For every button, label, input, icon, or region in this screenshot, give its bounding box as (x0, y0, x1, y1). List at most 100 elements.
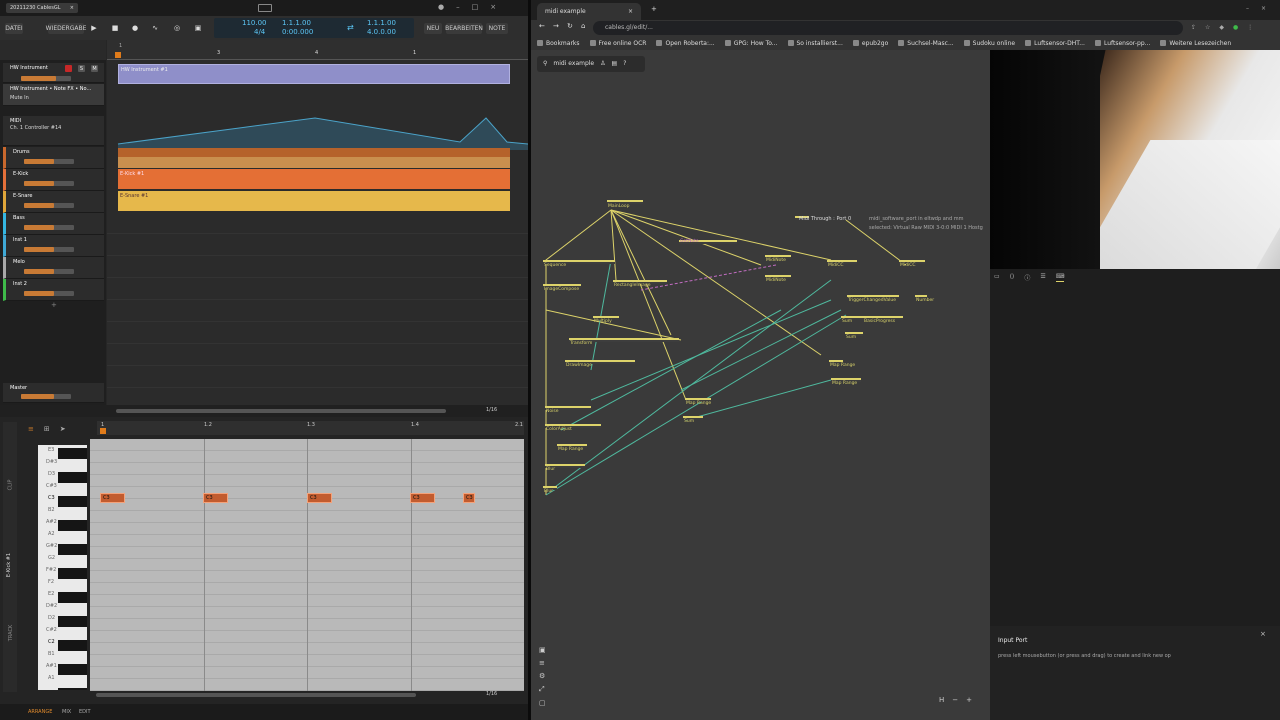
volume-slider[interactable] (24, 159, 74, 164)
op-trigger-changed[interactable]: TriggerChangedValue (847, 295, 899, 303)
menu-icon[interactable]: ⋮ (1247, 24, 1253, 31)
star-icon[interactable]: ☆ (1205, 24, 1210, 31)
track-bass[interactable]: Bass (3, 213, 104, 235)
edit-button[interactable]: BEARBEITEN (445, 23, 483, 34)
op-sum-3[interactable]: Sum (683, 416, 703, 424)
loop-start[interactable]: 1.1.1.00 (367, 19, 396, 27)
monitor-icon[interactable]: ▣ (193, 23, 203, 33)
stop-icon[interactable]: ■ (110, 23, 120, 33)
op-drawimage[interactable]: DrawImage (565, 360, 635, 368)
close-window-icon[interactable]: × (1261, 5, 1266, 12)
browser-tab[interactable]: midi example × (537, 3, 641, 20)
track-hw-instrument[interactable]: HW Instrument S M (3, 63, 104, 83)
bookmark-item[interactable]: Luftsensor-DHT... (1025, 37, 1085, 49)
solo-icon[interactable]: S (78, 65, 85, 72)
op-blur[interactable]: Blur (545, 464, 585, 472)
position-bars[interactable]: 1.1.1.00 (282, 19, 311, 27)
note-grid[interactable]: C3 C3 C3 C3 C3 (90, 439, 524, 691)
track-inst-1[interactable]: Inst 1 (3, 235, 104, 257)
op-coloradjust[interactable]: ColorAdjust (545, 424, 601, 432)
automation-icon[interactable]: ∿ (150, 23, 160, 33)
render-preview[interactable] (990, 50, 1280, 269)
op-number[interactable]: Number (915, 295, 934, 303)
op-rectangle[interactable]: RectangleImage (613, 280, 667, 288)
bookmark-item[interactable]: Sudoku online (963, 37, 1015, 49)
volume-slider[interactable] (24, 203, 74, 208)
midi-note[interactable]: C3 (307, 493, 332, 503)
close-icon[interactable]: × (70, 5, 74, 11)
op-midinote-2[interactable]: MidiNote (765, 275, 791, 283)
op-midicc-2[interactable]: MidiCC (899, 260, 925, 268)
menu-file-button[interactable]: DATEI (5, 23, 23, 34)
track-master[interactable]: Master (3, 383, 104, 403)
arranger-scrollbar[interactable] (116, 409, 446, 413)
info-icon[interactable]: ⓘ (1024, 273, 1030, 282)
clip-e-snare[interactable]: E-Snare #1 (118, 191, 510, 211)
patch-canvas[interactable]: ⚲ midi example ♙ ▤? MainLoop Midi Throug… (531, 50, 990, 720)
midi-note[interactable]: C3 (463, 493, 475, 503)
op-imagecompose[interactable]: ImageCompose (543, 284, 581, 292)
midi-note[interactable]: C3 (203, 493, 228, 503)
bookmark-item[interactable]: Bookmarks (537, 37, 580, 49)
url-field[interactable]: cables.gl/edit/... (593, 21, 1183, 35)
volume-slider[interactable] (24, 225, 74, 230)
editor-ruler[interactable]: 1 1.2 1.3 1.4 2.1 (97, 421, 524, 435)
clip-drums[interactable] (118, 148, 510, 168)
pointer-tool-icon[interactable]: ➤ (60, 425, 66, 433)
daw-project-tab[interactable]: 20211230 CablesGL × (6, 3, 78, 13)
menu-playback-button[interactable]: WIEDERGABE (46, 23, 86, 34)
add-track-icon[interactable]: + (51, 301, 57, 309)
save-icon[interactable]: ▣ (539, 646, 546, 654)
record-icon[interactable]: ● (130, 23, 140, 33)
reload-icon[interactable]: ↻ (567, 22, 573, 30)
op-noise[interactable]: Noise (545, 406, 591, 414)
clip-hw-instrument[interactable]: HW Instrument #1 (118, 64, 510, 84)
minimize-icon[interactable]: – (456, 3, 460, 11)
volume-slider[interactable] (24, 269, 74, 274)
bookmark-item[interactable]: Free online OCR (589, 37, 646, 49)
back-icon[interactable]: ← (539, 22, 545, 30)
op-maprange-2[interactable]: Map Range (685, 398, 711, 406)
op-getnote[interactable]: GetNote (679, 239, 737, 244)
gear-icon[interactable]: ⚙ (539, 672, 546, 680)
loop-length[interactable]: 4.0.0.00 (367, 28, 396, 36)
new-tab-icon[interactable]: + (651, 5, 657, 13)
volume-slider[interactable] (24, 181, 74, 186)
profile-icon[interactable]: ● (1233, 24, 1238, 31)
tab-mix[interactable]: MIX (62, 709, 71, 715)
bookmark-item[interactable]: Suchsel-Masc... (898, 37, 954, 49)
bookmark-item[interactable]: Luftsensor-pp... (1094, 37, 1150, 49)
midi-note[interactable]: C3 (100, 493, 125, 503)
bookmark-item[interactable]: GPG: How To... (724, 37, 778, 49)
close-window-icon[interactable]: × (490, 3, 496, 11)
op-mainloop[interactable]: MainLoop (607, 200, 643, 209)
minimize-icon[interactable]: – (1246, 5, 1249, 12)
list-icon[interactable]: ≡ (539, 659, 546, 667)
bookmark-item[interactable]: Weitere Lesezeichen (1160, 37, 1231, 49)
code-icon[interactable]: ⟨⟩ (1010, 273, 1015, 282)
puzzle-icon[interactable]: ◆ (1219, 24, 1224, 31)
fit-icon[interactable]: H (939, 696, 944, 704)
monitor-icon[interactable]: ▭ (994, 273, 1000, 282)
volume-slider[interactable] (24, 291, 74, 296)
op-maprange-3[interactable]: Map Range (557, 444, 587, 452)
grid-value[interactable]: 1/16 (486, 407, 497, 413)
track-hw-instrument-notefx[interactable]: HW Instrument • Note FX • No... Mute In (3, 84, 104, 106)
piano-keyboard[interactable]: E3 D#3 D3 C#3 C3 B2 A#2 A2 G#2 G2 F#2 F2… (38, 445, 87, 690)
expand-icon[interactable]: ⤢ (539, 685, 546, 694)
automation-curve[interactable] (107, 110, 528, 150)
midi-note[interactable]: C3 (410, 493, 435, 503)
loop-icon[interactable]: ⇄ (347, 23, 354, 32)
maximize-icon[interactable]: □ (472, 3, 479, 11)
arranger-ruler[interactable]: 1 3 4 1 (107, 40, 528, 60)
share-icon[interactable]: ⇪ (1191, 24, 1196, 31)
volume-slider[interactable] (21, 394, 71, 399)
close-icon[interactable]: × (1260, 630, 1266, 638)
clip-e-kick[interactable]: E-Kick #1 (118, 169, 510, 189)
op-blur-2[interactable]: Blur (543, 486, 557, 494)
record-indicator-icon[interactable]: ● (438, 3, 444, 11)
note-button[interactable]: NOTE (486, 23, 508, 34)
list-icon[interactable]: ☰ (1040, 273, 1045, 282)
frame-icon[interactable]: ▢ (539, 699, 546, 707)
op-sum-2[interactable]: Sum (845, 332, 863, 340)
